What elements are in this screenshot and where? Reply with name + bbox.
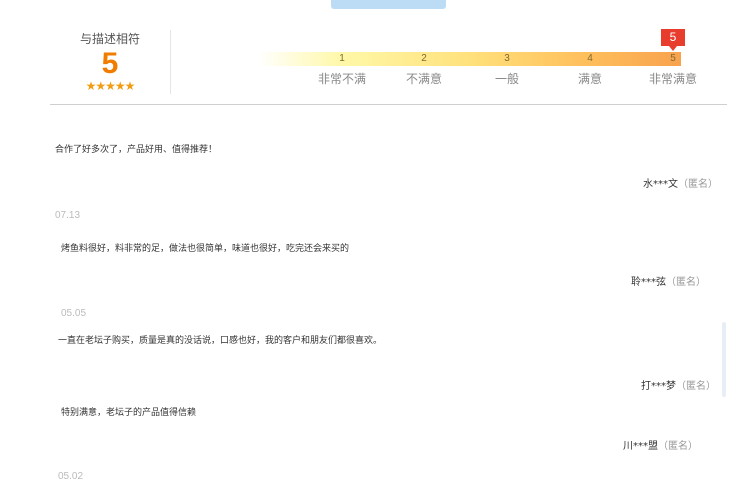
anonymous-tag: （匿名）: [678, 179, 718, 190]
satisfaction-scale-bar: [258, 52, 681, 66]
review-date: 07.13: [55, 210, 81, 221]
review-text: 合作了好多次了，产品好用、值得推荐！: [55, 145, 218, 155]
anonymous-tag: （匿名）: [676, 381, 716, 392]
rating-summary: 与描述相符 5 ★★★★★: [60, 30, 160, 93]
vertical-divider: [170, 30, 171, 94]
review-user: 川***盟（匿名）: [623, 437, 698, 452]
scale-label-2: 不满意: [405, 72, 442, 86]
review-text: 烤鱼料很好，料非常的足，做法也很简单，味道也很好，吃完还会来买的: [61, 244, 350, 254]
scale-label-1: 非常不满: [317, 72, 366, 86]
scale-tick-5: 5: [670, 53, 676, 64]
review-user: 打***梦（匿名）: [641, 377, 716, 392]
scale-tick-3: 3: [504, 53, 510, 64]
review-username: 川***盟: [623, 441, 658, 452]
star-rating-icon: ★★★★★: [85, 79, 136, 93]
review-text: 特别满意，老坛子的产品值得信赖: [61, 408, 197, 418]
scale-label-4: 满意: [577, 72, 602, 86]
rating-score: 5: [101, 47, 119, 80]
review-user: 水***文（匿名）: [643, 175, 718, 190]
review-user: 聆***弦（匿名）: [631, 273, 706, 288]
scale-tick-1: 1: [339, 53, 345, 64]
review-username: 打***梦: [641, 381, 676, 392]
scrollbar-thumb[interactable]: [722, 322, 726, 397]
review-date: 05.05: [61, 308, 87, 319]
review-text: 一直在老坛子购买，质量是真的没话说，口感也好，我的客户和朋友们都很喜欢。: [58, 336, 383, 346]
scale-label-3: 一般: [494, 72, 519, 86]
anonymous-tag: （匿名）: [658, 441, 698, 452]
rating-title: 与描述相符: [79, 32, 140, 46]
review-username: 聆***弦: [631, 277, 666, 288]
horizontal-divider: [50, 104, 727, 105]
review-date: 05.02: [58, 471, 84, 482]
scale-label-5: 非常满意: [648, 72, 697, 86]
top-tab-indicator[interactable]: [331, 0, 446, 9]
anonymous-tag: （匿名）: [666, 277, 706, 288]
scale-tick-2: 2: [421, 53, 427, 64]
selected-score-badge: 5: [661, 29, 685, 51]
review-username: 水***文: [643, 179, 678, 190]
scale-tick-4: 4: [587, 53, 593, 64]
